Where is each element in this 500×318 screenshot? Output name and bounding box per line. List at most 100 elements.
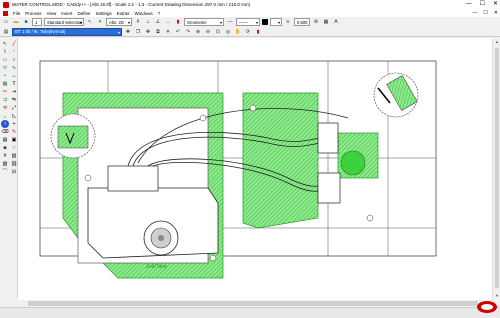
rectangle-tool-icon[interactable]: ▭ xyxy=(1,56,9,64)
zoom-window-icon[interactable]: ⊡ xyxy=(214,28,222,36)
menu-insert[interactable]: Insert xyxy=(61,11,72,16)
curve-tool-icon[interactable]: ⌒ xyxy=(1,168,9,176)
move-icon[interactable]: ✥ xyxy=(144,28,152,36)
zoom-all-icon[interactable]: ◎ xyxy=(224,28,232,36)
menu-file[interactable]: File xyxy=(13,11,20,16)
scroll-down-icon[interactable]: ▼ xyxy=(493,292,500,300)
pen-width-icon[interactable]: ≡ xyxy=(284,18,292,26)
line-width-select[interactable]: 0,500 xyxy=(294,18,310,26)
info-tool-icon[interactable]: i xyxy=(1,120,9,128)
image-tool-icon[interactable]: ▧ xyxy=(1,160,9,168)
menu-define[interactable]: Define xyxy=(77,11,90,16)
open-folder-icon[interactable]: ▬ xyxy=(12,18,20,26)
properties-icon[interactable]: ⚙ xyxy=(312,18,320,26)
measure-tool-icon[interactable]: ⌖ xyxy=(10,120,18,128)
rotate-tool-icon[interactable]: ⟲ xyxy=(1,104,9,112)
array-tool-icon[interactable]: ⁙ xyxy=(10,144,18,152)
line-style-select[interactable]: —— ▾ xyxy=(236,18,260,26)
close-button[interactable]: ✕ xyxy=(493,0,498,9)
color-swatch-icon[interactable] xyxy=(262,19,268,25)
table-tool-icon[interactable]: ▥ xyxy=(10,152,18,160)
menu-view[interactable]: View xyxy=(47,11,57,16)
layer-color-icon[interactable]: ▮ xyxy=(174,18,182,26)
point-tool-icon[interactable]: • xyxy=(1,72,9,80)
explode-icon[interactable]: ✳ xyxy=(164,28,172,36)
snap-icon[interactable]: ✦ xyxy=(96,18,104,26)
circle-tool-icon[interactable]: ○ xyxy=(10,56,18,64)
line-tool-icon[interactable]: ╱ xyxy=(10,40,18,48)
horizontal-scroll-thumb[interactable] xyxy=(28,301,478,306)
section-tool-icon[interactable]: ⊟ xyxy=(10,168,18,176)
erase-tool-icon[interactable]: ⌫ xyxy=(1,128,9,136)
vertical-scrollbar[interactable]: ▲ ▼ xyxy=(492,38,500,300)
text-icon[interactable]: A xyxy=(332,18,340,26)
layer-tool-icon[interactable]: ▤ xyxy=(1,136,9,144)
grid-icon[interactable]: # xyxy=(134,18,142,26)
layer-input[interactable]: 1 xyxy=(32,18,42,26)
angle-icon[interactable]: ∠ xyxy=(154,18,162,26)
block-tool-icon[interactable]: ▣ xyxy=(10,136,18,144)
polyline-tool-icon[interactable]: ⌇ xyxy=(1,48,9,56)
drawing-canvas[interactable]: Zeit/Time xyxy=(18,38,492,300)
active-element-select[interactable]: BT: 1 00 / IK: Teile(thermal) ▾ xyxy=(12,27,122,36)
menu-help[interactable]: ? xyxy=(158,11,161,16)
pick-icon[interactable]: ✚ xyxy=(124,28,132,36)
undo-icon[interactable]: ↶ xyxy=(174,28,182,36)
mirror-tool-icon[interactable]: ⇋ xyxy=(10,96,18,104)
link-tool-icon[interactable]: ⛓ xyxy=(10,160,18,168)
selection-mode-select[interactable]: Standard Selection ▾ xyxy=(44,18,84,26)
connector-block xyxy=(107,165,159,192)
traffic-light-icon[interactable]: ▮ xyxy=(254,28,262,36)
extend-tool-icon[interactable]: ⇥ xyxy=(10,88,18,96)
scroll-up-icon[interactable]: ▲ xyxy=(493,38,500,46)
ortho-icon[interactable]: ⊥ xyxy=(144,18,152,26)
menu-process[interactable]: Process xyxy=(25,11,41,16)
copy-icon[interactable]: ❐ xyxy=(134,28,142,36)
doc-restore-button[interactable]: ☐ xyxy=(483,9,487,17)
doc-minimize-button[interactable]: — xyxy=(472,9,477,17)
zoom-out-icon[interactable]: ⊖ xyxy=(204,28,212,36)
regen-icon[interactable]: ⟳ xyxy=(244,28,252,36)
coordinate-mode-select[interactable]: Abs. 2D ▾ xyxy=(106,18,132,26)
measure-icon[interactable]: ↔ xyxy=(164,18,172,26)
valve-lower xyxy=(317,172,341,204)
text-tool-icon[interactable]: T xyxy=(10,80,18,88)
valve-green xyxy=(340,150,366,176)
offset-tool-icon[interactable]: ⇉ xyxy=(1,96,9,104)
horizontal-scrollbar[interactable] xyxy=(18,300,492,307)
chamfer-tool-icon[interactable]: ◺ xyxy=(10,112,18,120)
arc-tool-icon[interactable]: ◜ xyxy=(10,48,18,56)
geometry-select[interactable]: Geometrie ▾ xyxy=(184,18,224,26)
scale-tool-icon[interactable]: ⤢ xyxy=(10,104,18,112)
paint-tool-icon[interactable]: ✎ xyxy=(10,128,18,136)
menu-extras[interactable]: Extras xyxy=(117,11,130,16)
pan-icon[interactable]: ✋ xyxy=(234,28,242,36)
maximize-button[interactable]: ☐ xyxy=(480,0,485,9)
trim-tool-icon[interactable]: ✂ xyxy=(1,88,9,96)
select-tool-icon[interactable]: ↖ xyxy=(1,40,9,48)
menu-windows[interactable]: Windows xyxy=(135,11,153,16)
pointer-icon[interactable]: ↖ xyxy=(86,18,94,26)
hatch-tool-icon[interactable]: ▦ xyxy=(1,80,9,88)
hatch-icon[interactable]: ▦ xyxy=(322,18,330,26)
zoom-in-icon[interactable]: ⊕ xyxy=(194,28,202,36)
menu-settings[interactable]: Settings xyxy=(96,11,112,16)
fillet-tool-icon[interactable]: ◟ xyxy=(1,112,9,120)
ellipse-tool-icon[interactable]: ⬭ xyxy=(1,64,9,72)
line-type-icon[interactable]: — xyxy=(226,18,234,26)
doc-close-button[interactable]: ✕ xyxy=(494,9,498,17)
dimension-tool-icon[interactable]: ↔ xyxy=(10,72,18,80)
layer-icon[interactable]: ▤ xyxy=(2,28,10,36)
symbol-tool-icon[interactable]: ◈ xyxy=(1,144,9,152)
valve-body xyxy=(317,122,339,154)
redo-icon[interactable]: ↷ xyxy=(184,28,192,36)
group-icon[interactable]: ⧉ xyxy=(154,28,162,36)
vendor-logo xyxy=(477,301,497,313)
grid-tool-icon[interactable]: # xyxy=(1,152,9,160)
save-icon[interactable]: ■ xyxy=(22,18,30,26)
new-file-icon[interactable]: ▭ xyxy=(2,18,10,26)
minimize-button[interactable]: — xyxy=(466,0,472,9)
vertical-scroll-thumb[interactable] xyxy=(495,48,499,288)
color-select[interactable]: ▾ xyxy=(270,18,282,26)
spline-tool-icon[interactable]: ∿ xyxy=(10,64,18,72)
